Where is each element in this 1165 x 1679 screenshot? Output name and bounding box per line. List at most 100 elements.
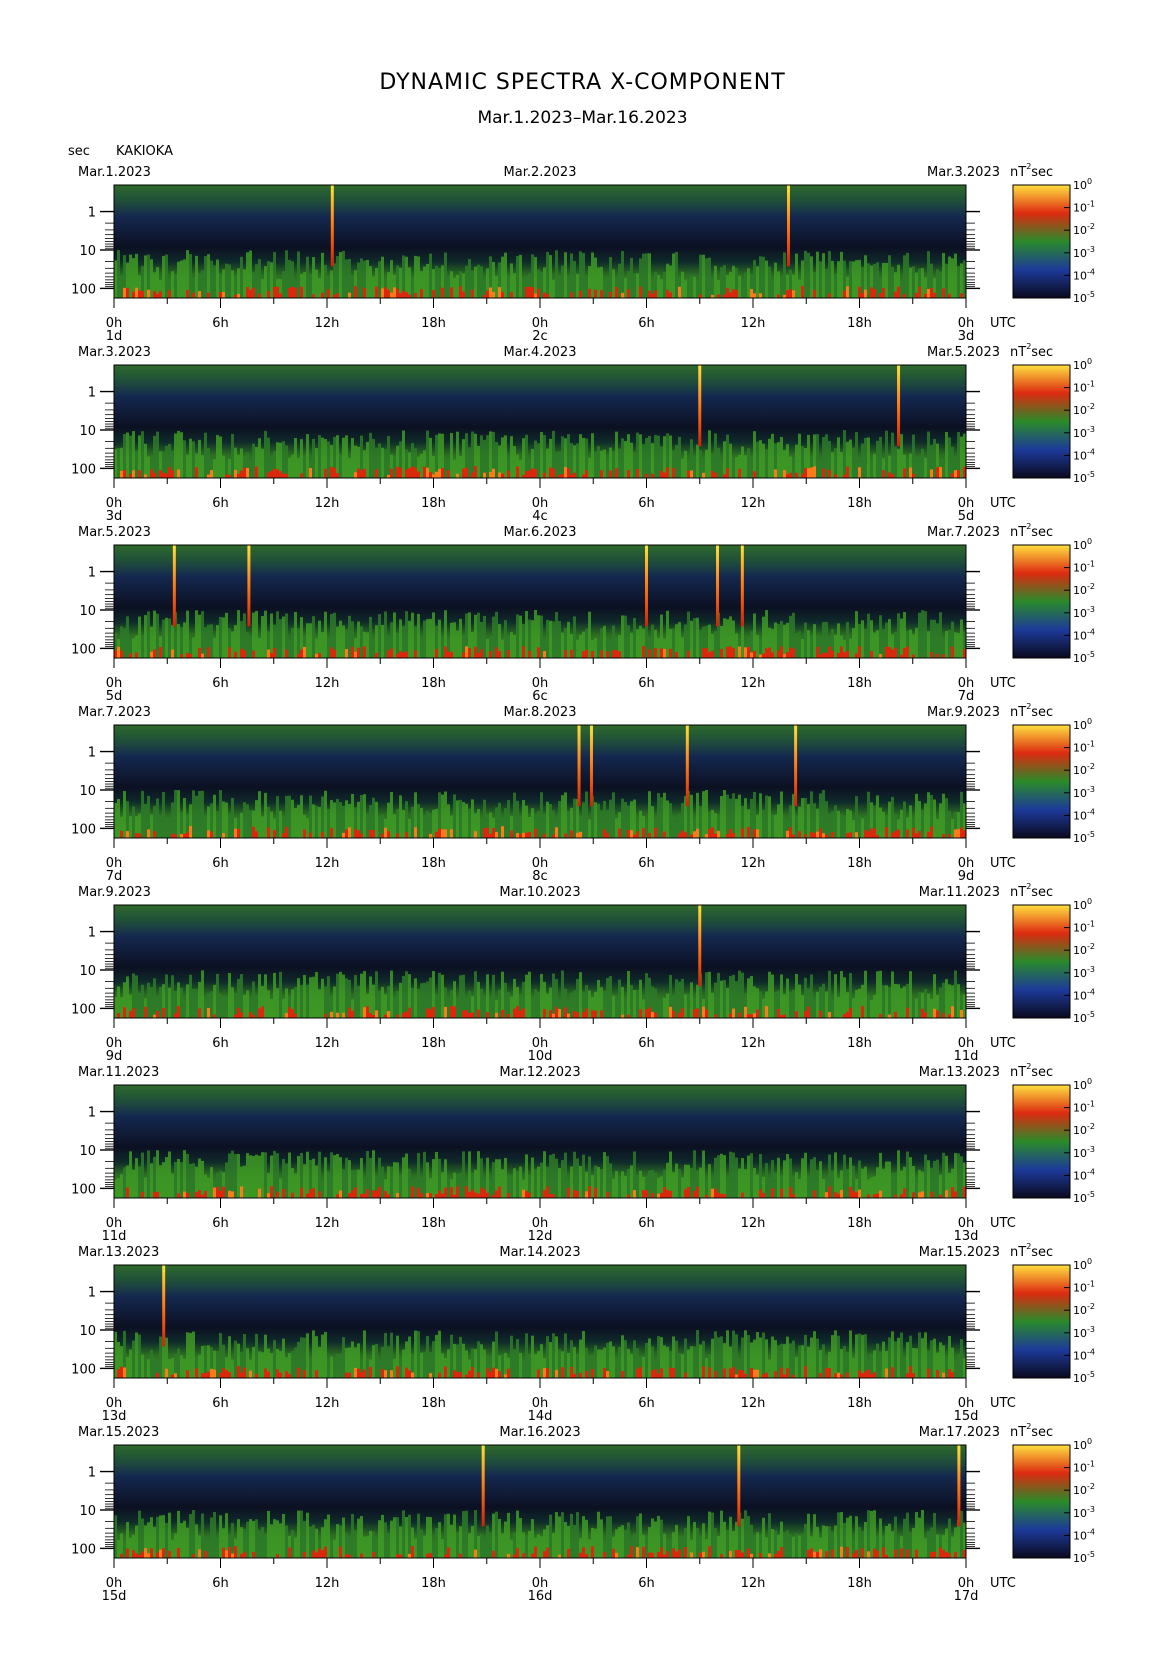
activity-peak bbox=[468, 1013, 471, 1018]
activity-peak bbox=[150, 469, 153, 478]
activity-peak bbox=[480, 649, 483, 658]
activity-column bbox=[915, 998, 918, 1018]
activity-peak bbox=[627, 1194, 630, 1198]
activity-column bbox=[216, 259, 219, 298]
activity-column bbox=[222, 801, 225, 838]
activity-column bbox=[804, 250, 807, 298]
activity-column bbox=[675, 817, 678, 838]
activity-peak bbox=[429, 1193, 432, 1198]
activity-column bbox=[504, 808, 507, 838]
activity-column bbox=[531, 620, 534, 658]
activity-peak bbox=[474, 1192, 477, 1198]
activity-column bbox=[738, 1168, 741, 1198]
time-tick-label: 12h bbox=[315, 1036, 340, 1051]
activity-peak bbox=[867, 1551, 870, 1558]
activity-column bbox=[381, 447, 384, 478]
activity-peak bbox=[267, 827, 270, 838]
activity-peak bbox=[864, 289, 867, 298]
activity-peak bbox=[333, 294, 336, 298]
activity-column bbox=[204, 815, 207, 838]
activity-column bbox=[396, 1517, 399, 1558]
activity-peak bbox=[159, 470, 162, 478]
activity-peak bbox=[528, 470, 531, 478]
activity-column bbox=[711, 992, 714, 1018]
activity-column bbox=[483, 1349, 486, 1378]
activity-peak bbox=[591, 1368, 594, 1378]
activity-column bbox=[873, 995, 876, 1018]
activity-column bbox=[837, 261, 840, 298]
activity-peak bbox=[726, 646, 729, 658]
activity-peak bbox=[213, 1187, 216, 1198]
activity-column bbox=[243, 994, 246, 1018]
activity-peak bbox=[357, 647, 360, 658]
activity-peak bbox=[246, 287, 249, 298]
time-unit-label: UTC bbox=[990, 1216, 1016, 1231]
activity-column bbox=[360, 258, 363, 298]
activity-column bbox=[759, 793, 762, 838]
activity-column bbox=[438, 619, 441, 658]
activity-column bbox=[807, 804, 810, 838]
activity-column bbox=[471, 799, 474, 838]
activity-column bbox=[744, 798, 747, 838]
activity-peak bbox=[942, 1013, 945, 1018]
activity-peak bbox=[879, 1013, 882, 1018]
activity-peak bbox=[498, 1186, 501, 1198]
activity-column bbox=[588, 1354, 591, 1378]
activity-column bbox=[360, 973, 363, 1018]
activity-peak bbox=[687, 650, 690, 658]
activity-column bbox=[591, 1175, 594, 1198]
activity-peak bbox=[651, 293, 654, 298]
activity-column bbox=[705, 258, 708, 298]
activity-column bbox=[741, 278, 744, 298]
activity-peak bbox=[438, 1372, 441, 1378]
activity-peak bbox=[528, 650, 531, 658]
period-tick-label: 100 bbox=[71, 1542, 96, 1557]
activity-peak bbox=[723, 1368, 726, 1378]
activity-column bbox=[516, 255, 519, 298]
activity-column bbox=[465, 803, 468, 838]
activity-column bbox=[378, 614, 381, 658]
day-label: 15d bbox=[102, 1589, 127, 1604]
activity-peak bbox=[780, 646, 783, 658]
activity-peak bbox=[240, 1372, 243, 1378]
activity-column bbox=[294, 1537, 297, 1558]
activity-column bbox=[912, 634, 915, 658]
activity-column bbox=[825, 268, 828, 298]
activity-column bbox=[654, 1521, 657, 1558]
activity-peak bbox=[894, 647, 897, 658]
activity-column bbox=[516, 800, 519, 838]
activity-column bbox=[753, 986, 756, 1018]
activity-peak bbox=[546, 1368, 549, 1378]
activity-column bbox=[135, 1158, 138, 1198]
activity-column bbox=[561, 436, 564, 478]
activity-column bbox=[723, 1521, 726, 1558]
activity-column bbox=[342, 1517, 345, 1558]
activity-peak bbox=[846, 1011, 849, 1018]
activity-peak bbox=[135, 287, 138, 298]
activity-peak bbox=[276, 1554, 279, 1558]
activity-column bbox=[291, 627, 294, 658]
activity-column bbox=[672, 628, 675, 658]
activity-peak bbox=[762, 1192, 765, 1198]
activity-peak bbox=[609, 470, 612, 478]
activity-peak bbox=[423, 466, 426, 478]
activity-column bbox=[588, 457, 591, 478]
activity-peak bbox=[279, 293, 282, 298]
activity-peak bbox=[438, 468, 441, 478]
activity-column bbox=[840, 452, 843, 478]
activity-column bbox=[903, 986, 906, 1018]
activity-peak bbox=[789, 1187, 792, 1198]
activity-column bbox=[318, 1346, 321, 1378]
activity-peak bbox=[657, 1552, 660, 1558]
activity-column bbox=[303, 454, 306, 478]
activity-column bbox=[327, 808, 330, 838]
activity-peak bbox=[375, 469, 378, 478]
activity-column bbox=[636, 273, 639, 298]
activity-peak bbox=[606, 1370, 609, 1378]
activity-column bbox=[429, 253, 432, 298]
activity-column bbox=[630, 985, 633, 1018]
activity-column bbox=[672, 815, 675, 838]
activity-peak bbox=[378, 1186, 381, 1198]
activity-column bbox=[246, 1521, 249, 1558]
activity-peak bbox=[585, 1371, 588, 1378]
